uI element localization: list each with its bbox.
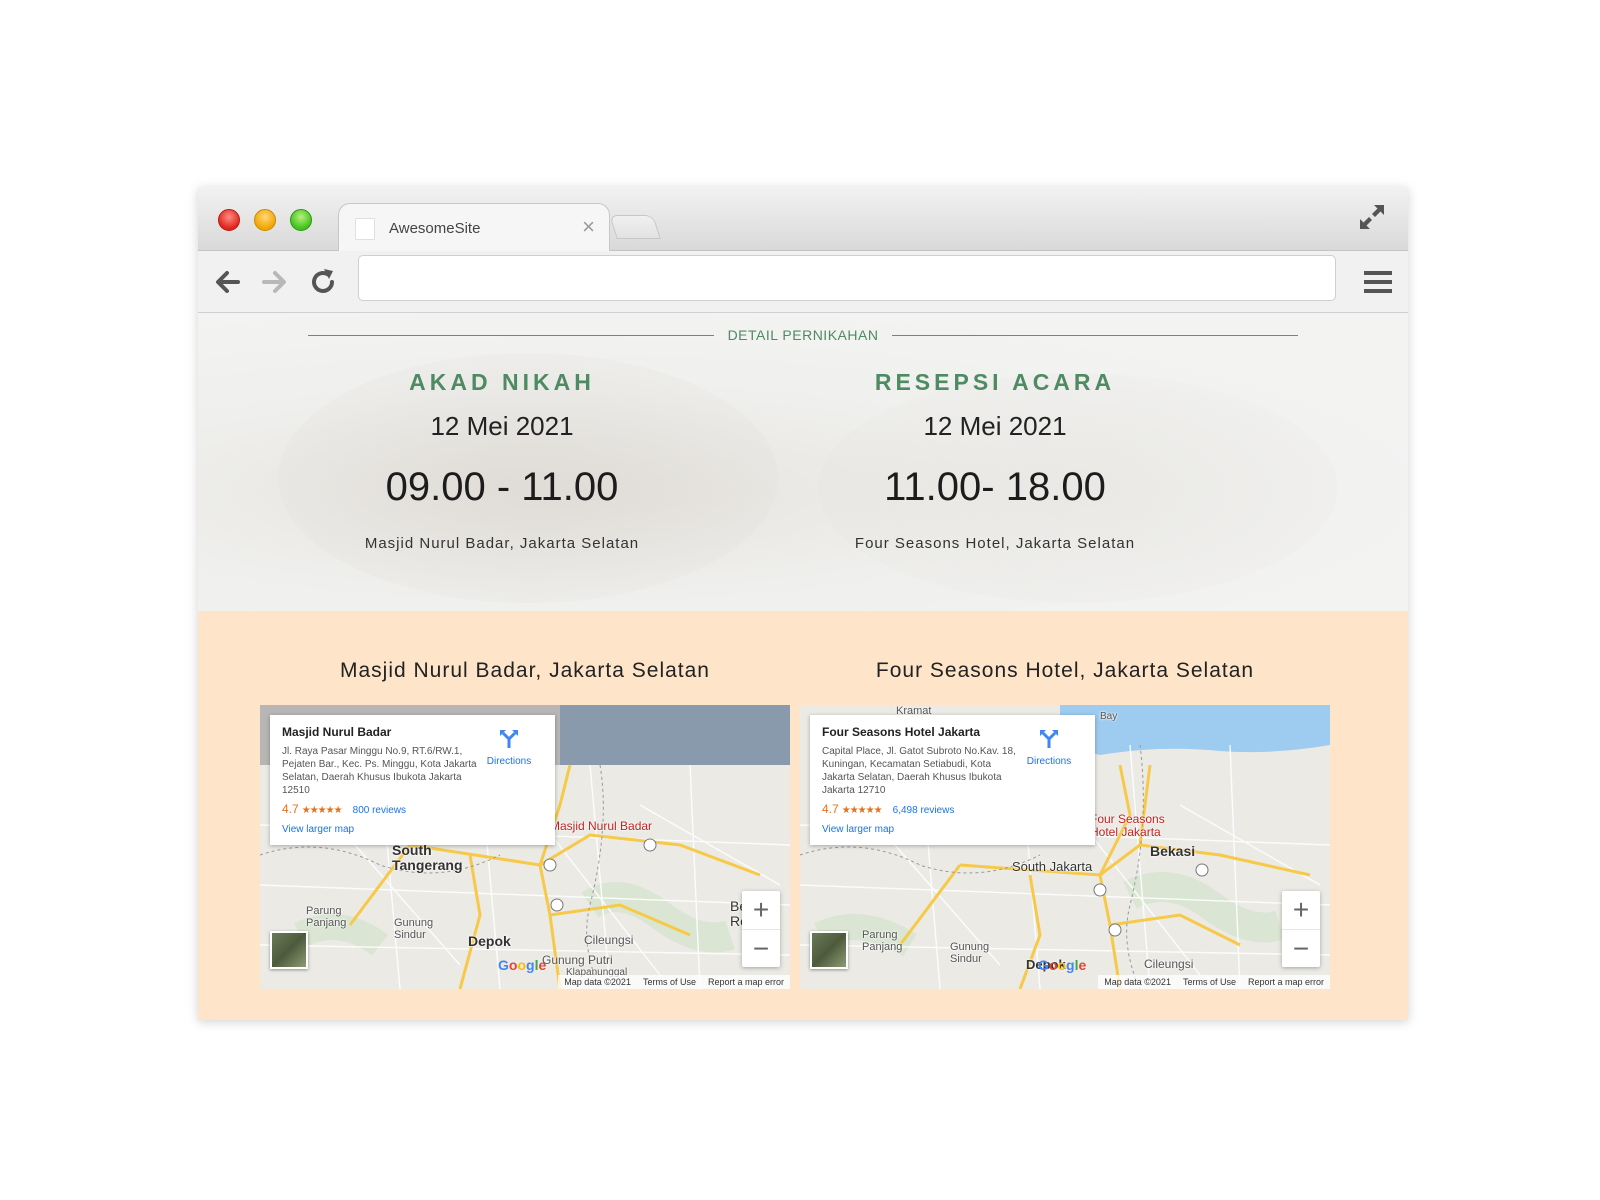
- map-label-bay: Bay: [1100, 711, 1118, 722]
- reviews-link[interactable]: 800 reviews: [353, 805, 406, 816]
- browser-toolbar: [198, 251, 1408, 313]
- expand-icon[interactable]: [1356, 201, 1388, 233]
- directions-label: Directions: [486, 756, 532, 767]
- zoom-out-button[interactable]: −: [742, 929, 780, 967]
- zoom-window-button[interactable]: [290, 209, 312, 231]
- zoom-in-button[interactable]: +: [1282, 891, 1320, 929]
- satellite-toggle-button[interactable]: [810, 931, 848, 969]
- map-label-cileungsi: Cileungsi: [1144, 957, 1194, 971]
- place-info-card: Masjid Nurul Badar Jl. Raya Pasar Minggu…: [270, 715, 555, 845]
- map-label-gunung-sindur: Gunung Sindur: [394, 917, 434, 941]
- event-venue: Four Seasons Hotel, Jakarta Selatan: [854, 535, 1136, 552]
- map-label-gunung-putri: Gunung Putri: [542, 953, 613, 967]
- reload-icon[interactable]: [306, 265, 340, 299]
- zoom-controls: + −: [1282, 891, 1320, 967]
- tab-strip: AwesomeSite ×: [198, 187, 1408, 252]
- satellite-toggle-button[interactable]: [270, 931, 308, 969]
- browser-window: AwesomeSite × DETAIL PERNIKAHAN AKAD NIK…: [198, 187, 1408, 1020]
- map-embed-masjid[interactable]: Masjid Nurul Badar South Tangerang Depok…: [260, 705, 790, 989]
- tab-title: AwesomeSite: [389, 220, 481, 237]
- map-title: Masjid Nurul Badar, Jakarta Selatan: [339, 659, 710, 682]
- map-label-cileungsi: Cileungsi: [584, 933, 634, 947]
- maps-section: Masjid Nurul Badar, Jakarta Selatan Four…: [198, 611, 1408, 1020]
- map-pin-label[interactable]: Masjid Nurul Badar: [550, 819, 652, 833]
- tab-close-icon[interactable]: ×: [582, 214, 595, 240]
- rating-stars-icon: ★★★★★: [841, 805, 883, 816]
- directions-icon: [1040, 730, 1058, 748]
- directions-button[interactable]: Directions: [1019, 727, 1079, 767]
- terms-link[interactable]: Terms of Use: [643, 977, 696, 987]
- map-label-parung-panjang: Parung Panjang: [306, 905, 347, 929]
- map-pin-label[interactable]: Four Seasons Hotel Jakarta: [1090, 813, 1165, 839]
- map-label-depok: Depok: [468, 933, 511, 949]
- map-label-south-tangerang: South Tangerang: [392, 842, 463, 873]
- new-tab-button[interactable]: [609, 215, 661, 239]
- page-content: DETAIL PERNIKAHAN AKAD NIKAH 12 Mei 2021…: [198, 313, 1408, 1020]
- place-info-card: Four Seasons Hotel Jakarta Capital Place…: [810, 715, 1095, 845]
- rating-value: 4.7: [822, 802, 839, 816]
- arrow-left-icon[interactable]: [210, 265, 244, 299]
- divider-line: [892, 334, 1298, 336]
- arrow-right-icon[interactable]: [258, 265, 292, 299]
- event-date: 12 Mei 2021: [430, 411, 574, 441]
- directions-button[interactable]: Directions: [479, 727, 539, 767]
- zoom-controls: + −: [742, 891, 780, 967]
- map-label-south-jakarta: South Jakarta: [1012, 859, 1093, 874]
- place-address: Capital Place, Jl. Gatot Subroto No.Kav.…: [822, 746, 1016, 796]
- tab-awesomesite[interactable]: AwesomeSite ×: [338, 203, 610, 252]
- akad-nikah-block: AKAD NIKAH 12 Mei 2021 09.00 - 11.00 Mas…: [252, 369, 752, 555]
- place-address: Jl. Raya Pasar Minggu No.9, RT.6/RW.1, P…: [282, 746, 477, 796]
- google-logo: Google: [1038, 957, 1087, 973]
- map-data-text: Map data ©2021: [564, 977, 631, 987]
- page-favicon-icon: [355, 218, 375, 240]
- map-label-bekasi: Bekasi: [1150, 843, 1196, 859]
- terms-link[interactable]: Terms of Use: [1183, 977, 1236, 987]
- zoom-in-button[interactable]: +: [742, 891, 780, 929]
- place-rating: 4.7 ★★★★★ 6,498 reviews: [822, 802, 1083, 816]
- event-venue: Masjid Nurul Badar, Jakarta Selatan: [364, 535, 640, 552]
- close-window-button[interactable]: [218, 209, 240, 231]
- report-error-link[interactable]: Report a map error: [1248, 977, 1324, 987]
- directions-icon: [500, 730, 518, 748]
- map-label-parung-panjang: Parung Panjang: [862, 929, 903, 953]
- map-footer: Map data ©2021 Terms of Use Report a map…: [558, 975, 790, 989]
- event-time: 09.00 - 11.00: [385, 465, 619, 509]
- rating-stars-icon: ★★★★★: [301, 805, 343, 816]
- report-error-link[interactable]: Report a map error: [708, 977, 784, 987]
- event-heading: AKAD NIKAH: [409, 369, 595, 395]
- event-time: 11.00- 18.00: [884, 465, 1106, 509]
- map-footer: Map data ©2021 Terms of Use Report a map…: [1098, 975, 1330, 989]
- event-heading: RESEPSI ACARA: [874, 369, 1116, 395]
- map-data-text: Map data ©2021: [1104, 977, 1171, 987]
- directions-label: Directions: [1026, 756, 1072, 767]
- section-label: DETAIL PERNIKAHAN: [727, 327, 879, 343]
- minimize-window-button[interactable]: [254, 209, 276, 231]
- view-larger-map-link[interactable]: View larger map: [822, 824, 1083, 835]
- reviews-link[interactable]: 6,498 reviews: [893, 805, 955, 816]
- resepsi-acara-block: RESEPSI ACARA 12 Mei 2021 11.00- 18.00 F…: [745, 369, 1245, 555]
- map-embed-four-seasons[interactable]: Kramat Bay Four Seasons Hotel Jakarta Be…: [800, 705, 1330, 989]
- section-title: DETAIL PERNIKAHAN: [308, 325, 1298, 345]
- google-logo: Google: [498, 957, 547, 973]
- hamburger-menu-icon[interactable]: [1362, 267, 1394, 297]
- place-rating: 4.7 ★★★★★ 800 reviews: [282, 802, 543, 816]
- view-larger-map-link[interactable]: View larger map: [282, 824, 543, 835]
- event-date: 12 Mei 2021: [923, 411, 1067, 441]
- zoom-out-button[interactable]: −: [1282, 929, 1320, 967]
- wedding-details-section: DETAIL PERNIKAHAN AKAD NIKAH 12 Mei 2021…: [198, 313, 1408, 611]
- map-title: Four Seasons Hotel, Jakarta Selatan: [875, 659, 1255, 682]
- rating-value: 4.7: [282, 802, 299, 816]
- address-bar[interactable]: [358, 255, 1336, 301]
- map-label-gunung-sindur: Gunung Sindur: [950, 941, 990, 965]
- divider-line: [308, 334, 714, 336]
